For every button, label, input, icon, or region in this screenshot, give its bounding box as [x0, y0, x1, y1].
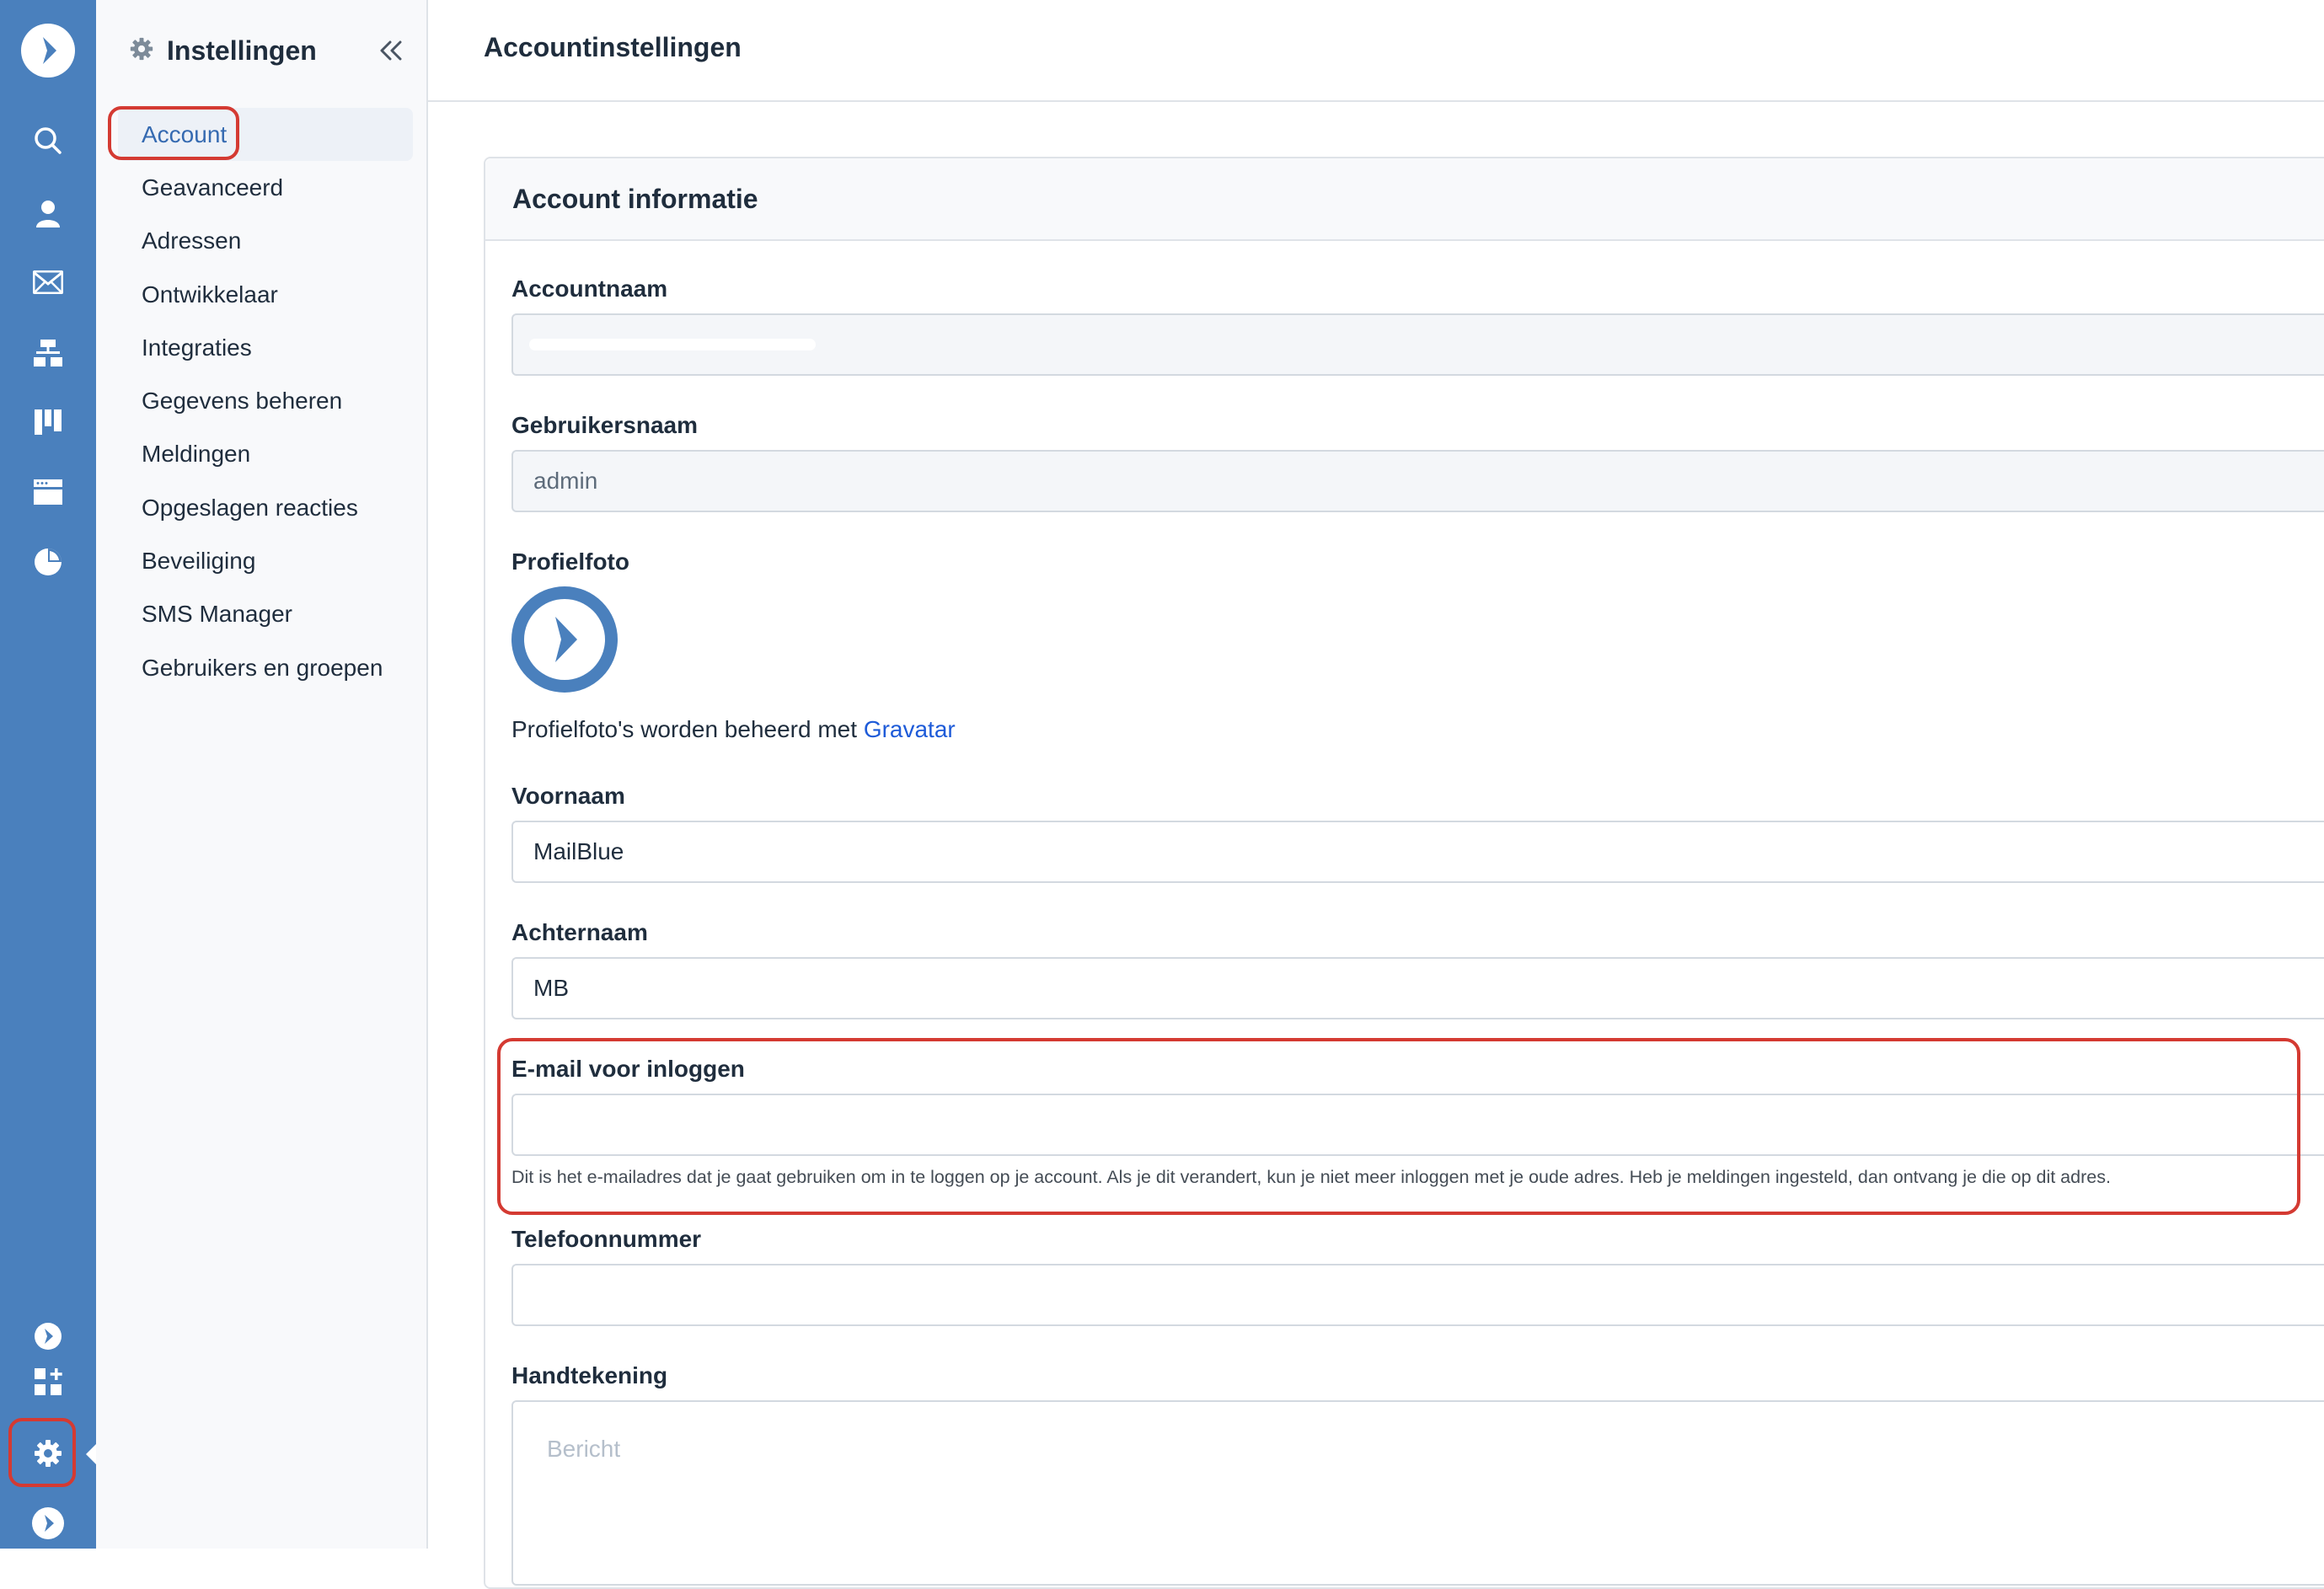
first-name-input[interactable] [511, 821, 2324, 883]
search-icon[interactable] [0, 111, 96, 170]
profile-photo-label: Profielfoto [511, 548, 629, 575]
add-apps-icon[interactable] [0, 1352, 96, 1411]
page-title: Accountinstellingen [484, 32, 742, 62]
signature-textarea[interactable]: Bericht [511, 1400, 2324, 1586]
logo-icon[interactable] [0, 20, 96, 81]
nav-item-manage-data[interactable]: Gegevens beheren [118, 374, 413, 427]
username-field: admin [511, 450, 2324, 512]
sidebar-title: Instellingen [167, 35, 317, 66]
last-name-label: Achternaam [511, 919, 648, 945]
collapse-sidebar-icon[interactable] [374, 34, 408, 67]
nav-item-sms-manager[interactable]: SMS Manager [118, 588, 413, 641]
last-name-input[interactable] [511, 957, 2324, 1019]
icon-rail [0, 0, 96, 1549]
nav-item-developer[interactable]: Ontwikkelaar [118, 268, 413, 321]
card-title: Account informatie [512, 184, 758, 214]
nav-item-users-groups[interactable]: Gebruikers en groepen [118, 641, 413, 694]
login-email-highlight [497, 1038, 2300, 1215]
settings-nav: Account Geavanceerd Adressen Ontwikkelaa… [118, 108, 413, 694]
reports-icon[interactable] [0, 532, 96, 591]
username-label: Gebruikersnaam [511, 412, 698, 438]
automations-icon[interactable] [0, 324, 96, 383]
nav-item-addresses[interactable]: Adressen [118, 215, 413, 268]
signature-label: Handtekening [511, 1362, 668, 1388]
contacts-icon[interactable] [0, 184, 96, 243]
redacted-value [529, 339, 816, 350]
phone-input[interactable] [511, 1264, 2324, 1326]
email-icon[interactable] [0, 253, 96, 312]
active-caret [86, 1444, 96, 1464]
settings-highlight [8, 1418, 76, 1487]
deals-icon[interactable] [0, 393, 96, 452]
first-name-label: Voornaam [511, 783, 625, 809]
gravatar-link[interactable]: Gravatar [864, 716, 956, 742]
nav-item-advanced[interactable]: Geavanceerd [118, 161, 413, 214]
gear-icon [130, 37, 153, 65]
avatar [511, 586, 618, 693]
brand-icon[interactable] [0, 1494, 96, 1553]
page-header: Accountinstellingen [428, 0, 2324, 102]
settings-sidebar: Instellingen Account Geavanceerd Adresse… [96, 0, 428, 1549]
nav-item-security[interactable]: Beveiliging [118, 534, 413, 587]
gravatar-note: Profielfoto's worden beheerd met Gravata… [511, 716, 956, 742]
nav-item-notifications[interactable]: Meldingen [118, 428, 413, 481]
phone-label: Telefoonnummer [511, 1226, 702, 1252]
nav-item-saved-responses[interactable]: Opgeslagen reacties [118, 481, 413, 534]
nav-item-integrations[interactable]: Integraties [118, 321, 413, 374]
signature-placeholder: Bericht [547, 1436, 621, 1462]
account-name-label: Accountnaam [511, 276, 668, 302]
website-icon[interactable] [0, 463, 96, 522]
card-header: Account informatie [485, 158, 2324, 241]
sidebar-header: Instellingen [130, 30, 317, 71]
account-highlight [108, 106, 239, 160]
